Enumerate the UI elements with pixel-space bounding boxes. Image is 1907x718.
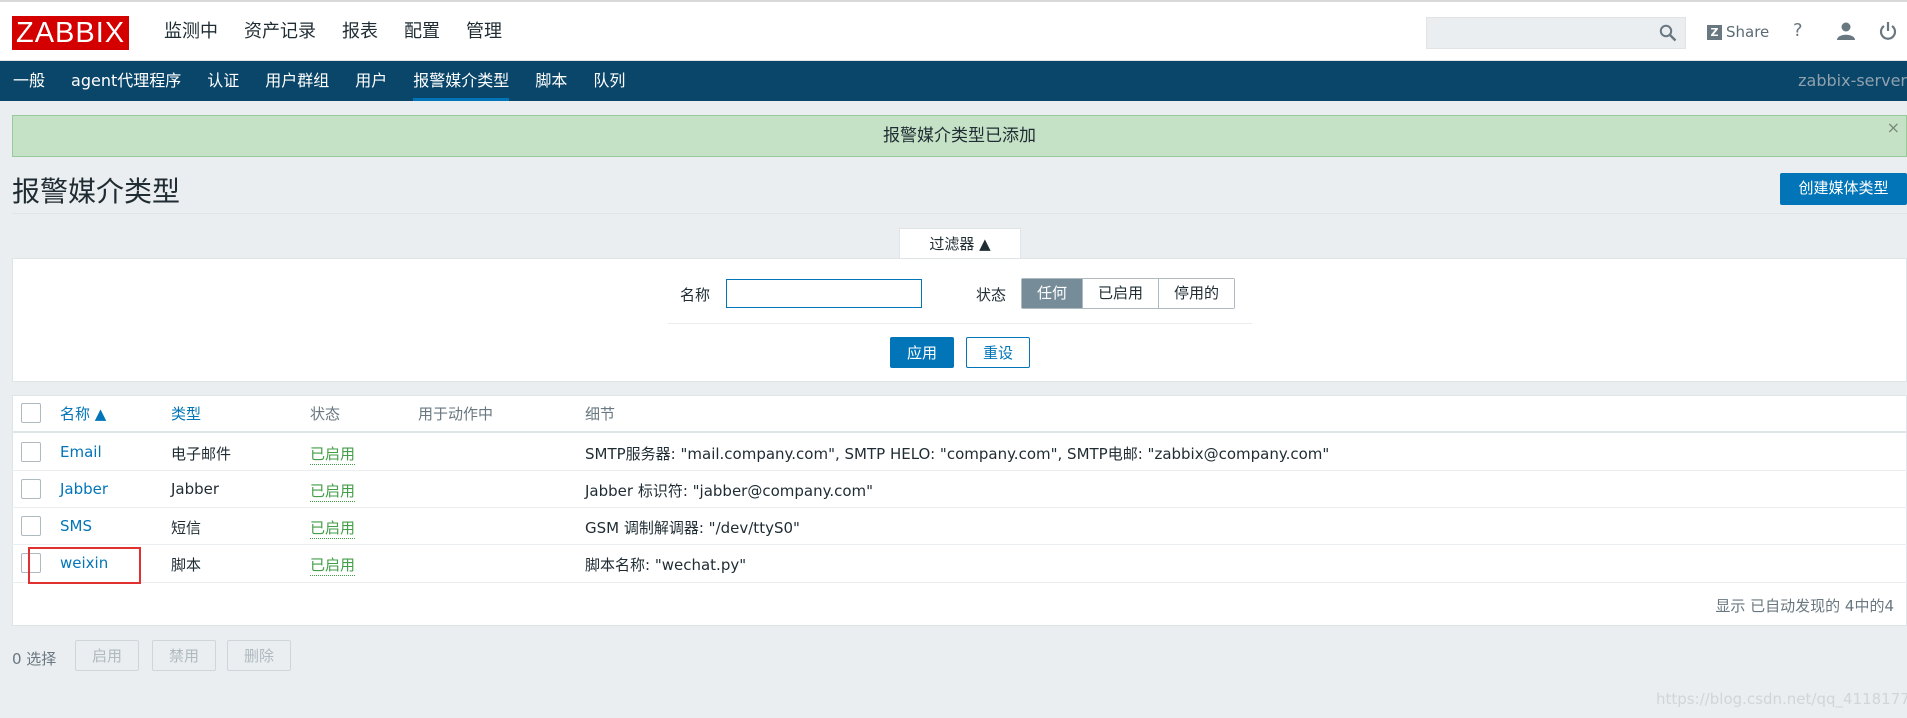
disable-button[interactable]: 禁用 xyxy=(152,640,216,671)
menu-monitoring[interactable]: 监测中 xyxy=(164,2,218,61)
row-divider xyxy=(12,582,1907,583)
table-footer-count: 显示 已自动发现的 4中的4 xyxy=(1715,597,1894,615)
select-all-checkbox[interactable] xyxy=(21,403,41,423)
media-type-type: 电子邮件 xyxy=(171,445,232,463)
media-type-type: 短信 xyxy=(171,519,202,537)
selected-count: 0 选择 xyxy=(12,650,57,668)
submenu-queue[interactable]: 队列 xyxy=(580,61,638,101)
filter-name-label: 名称 xyxy=(680,286,711,304)
search-icon[interactable] xyxy=(1659,24,1677,42)
delete-button[interactable]: 删除 xyxy=(227,640,291,671)
success-message: 报警媒介类型已添加 × xyxy=(12,115,1907,157)
annotation-highlight-box xyxy=(28,547,141,584)
submenu-user-groups[interactable]: 用户群组 xyxy=(252,61,342,101)
column-header-type[interactable]: 类型 xyxy=(171,403,201,424)
row-divider xyxy=(12,470,1907,471)
filter-status-selector: 任何 已启用 停用的 xyxy=(1021,278,1236,309)
filter-status-label: 状态 xyxy=(976,286,1007,304)
enable-button[interactable]: 启用 xyxy=(75,640,139,671)
column-header-name[interactable]: 名称 ▲ xyxy=(60,403,106,424)
sub-menu-bar: 一般 agent代理程序 认证 用户群组 用户 报警媒介类型 脚本 队列 zab… xyxy=(0,61,1907,101)
apply-button[interactable]: 应用 xyxy=(890,337,954,368)
submenu-users[interactable]: 用户 xyxy=(342,61,400,101)
media-type-status-toggle[interactable]: 已启用 xyxy=(310,554,356,576)
column-header-used-in-actions: 用于动作中 xyxy=(418,405,494,423)
media-type-details: Jabber 标识符: "jabber@company.com" xyxy=(585,482,874,500)
menu-reports[interactable]: 报表 xyxy=(342,2,378,61)
sign-out-icon[interactable] xyxy=(1878,21,1898,41)
row-checkbox[interactable] xyxy=(21,479,41,499)
status-option-disabled[interactable]: 停用的 xyxy=(1159,279,1235,308)
table-header-divider xyxy=(12,431,1907,433)
global-search-input[interactable] xyxy=(1426,17,1686,49)
status-option-enabled[interactable]: 已启用 xyxy=(1083,279,1160,308)
media-type-type: 脚本 xyxy=(171,556,202,574)
menu-administration[interactable]: 管理 xyxy=(466,2,502,61)
share-button[interactable]: Z Share xyxy=(1707,22,1769,42)
page-title: 报警媒介类型 xyxy=(12,175,181,208)
title-divider xyxy=(12,213,1907,214)
media-type-details: SMTP服务器: "mail.company.com", SMTP HELO: … xyxy=(585,445,1330,463)
media-type-name-link[interactable]: SMS xyxy=(60,517,92,535)
media-type-details: 脚本名称: "wechat.py" xyxy=(585,556,747,574)
submenu-authentication[interactable]: 认证 xyxy=(194,61,252,101)
submenu-general[interactable]: 一般 xyxy=(0,61,58,101)
server-name: zabbix-server xyxy=(1798,71,1907,90)
row-checkbox[interactable] xyxy=(21,516,41,536)
row-divider xyxy=(12,507,1907,508)
status-option-any[interactable]: 任何 xyxy=(1022,279,1084,308)
share-label: Share xyxy=(1726,23,1770,41)
media-type-name-link[interactable]: Email xyxy=(60,443,102,461)
media-type-status-toggle[interactable]: 已启用 xyxy=(310,443,356,465)
row-checkbox[interactable] xyxy=(21,442,41,462)
menu-inventory[interactable]: 资产记录 xyxy=(244,2,316,61)
submenu-media-types[interactable]: 报警媒介类型 xyxy=(400,61,522,101)
media-type-name-link[interactable]: Jabber xyxy=(60,480,108,498)
filter-name-input[interactable] xyxy=(726,279,922,308)
submenu-scripts[interactable]: 脚本 xyxy=(522,61,580,101)
media-type-status-toggle[interactable]: 已启用 xyxy=(310,480,356,502)
media-type-type: Jabber xyxy=(171,480,220,498)
column-header-status: 状态 xyxy=(310,405,341,423)
reset-button[interactable]: 重设 xyxy=(966,337,1030,368)
column-header-details: 细节 xyxy=(585,405,616,423)
menu-configuration[interactable]: 配置 xyxy=(404,2,440,61)
media-types-table xyxy=(12,395,1907,626)
filter-tab[interactable]: 过滤器 ▲ xyxy=(899,228,1021,259)
watermark: https://blog.csdn.net/qq_41181772 xyxy=(1656,690,1907,708)
submenu-proxies[interactable]: agent代理程序 xyxy=(58,61,194,101)
main-menu: 监测中 资产记录 报表 配置 管理 xyxy=(164,2,528,61)
media-type-details: GSM 调制解调器: "/dev/ttyS0" xyxy=(585,519,800,537)
row-divider xyxy=(12,544,1907,545)
user-profile-icon[interactable] xyxy=(1836,21,1856,41)
top-header: ZABBIX 监测中 资产记录 报表 配置 管理 Z Share ? xyxy=(0,0,1907,61)
create-media-type-button[interactable]: 创建媒体类型 xyxy=(1780,173,1907,205)
zabbix-share-icon: Z xyxy=(1707,24,1722,40)
close-icon[interactable]: × xyxy=(1887,118,1900,137)
help-icon[interactable]: ? xyxy=(1793,20,1803,41)
media-type-status-toggle[interactable]: 已启用 xyxy=(310,517,356,539)
filter-panel xyxy=(12,258,1907,382)
success-message-text: 报警媒介类型已添加 xyxy=(883,126,1036,146)
filter-divider xyxy=(668,323,1252,324)
zabbix-logo[interactable]: ZABBIX xyxy=(12,16,130,50)
sub-menu: 一般 agent代理程序 认证 用户群组 用户 报警媒介类型 脚本 队列 xyxy=(0,61,638,101)
